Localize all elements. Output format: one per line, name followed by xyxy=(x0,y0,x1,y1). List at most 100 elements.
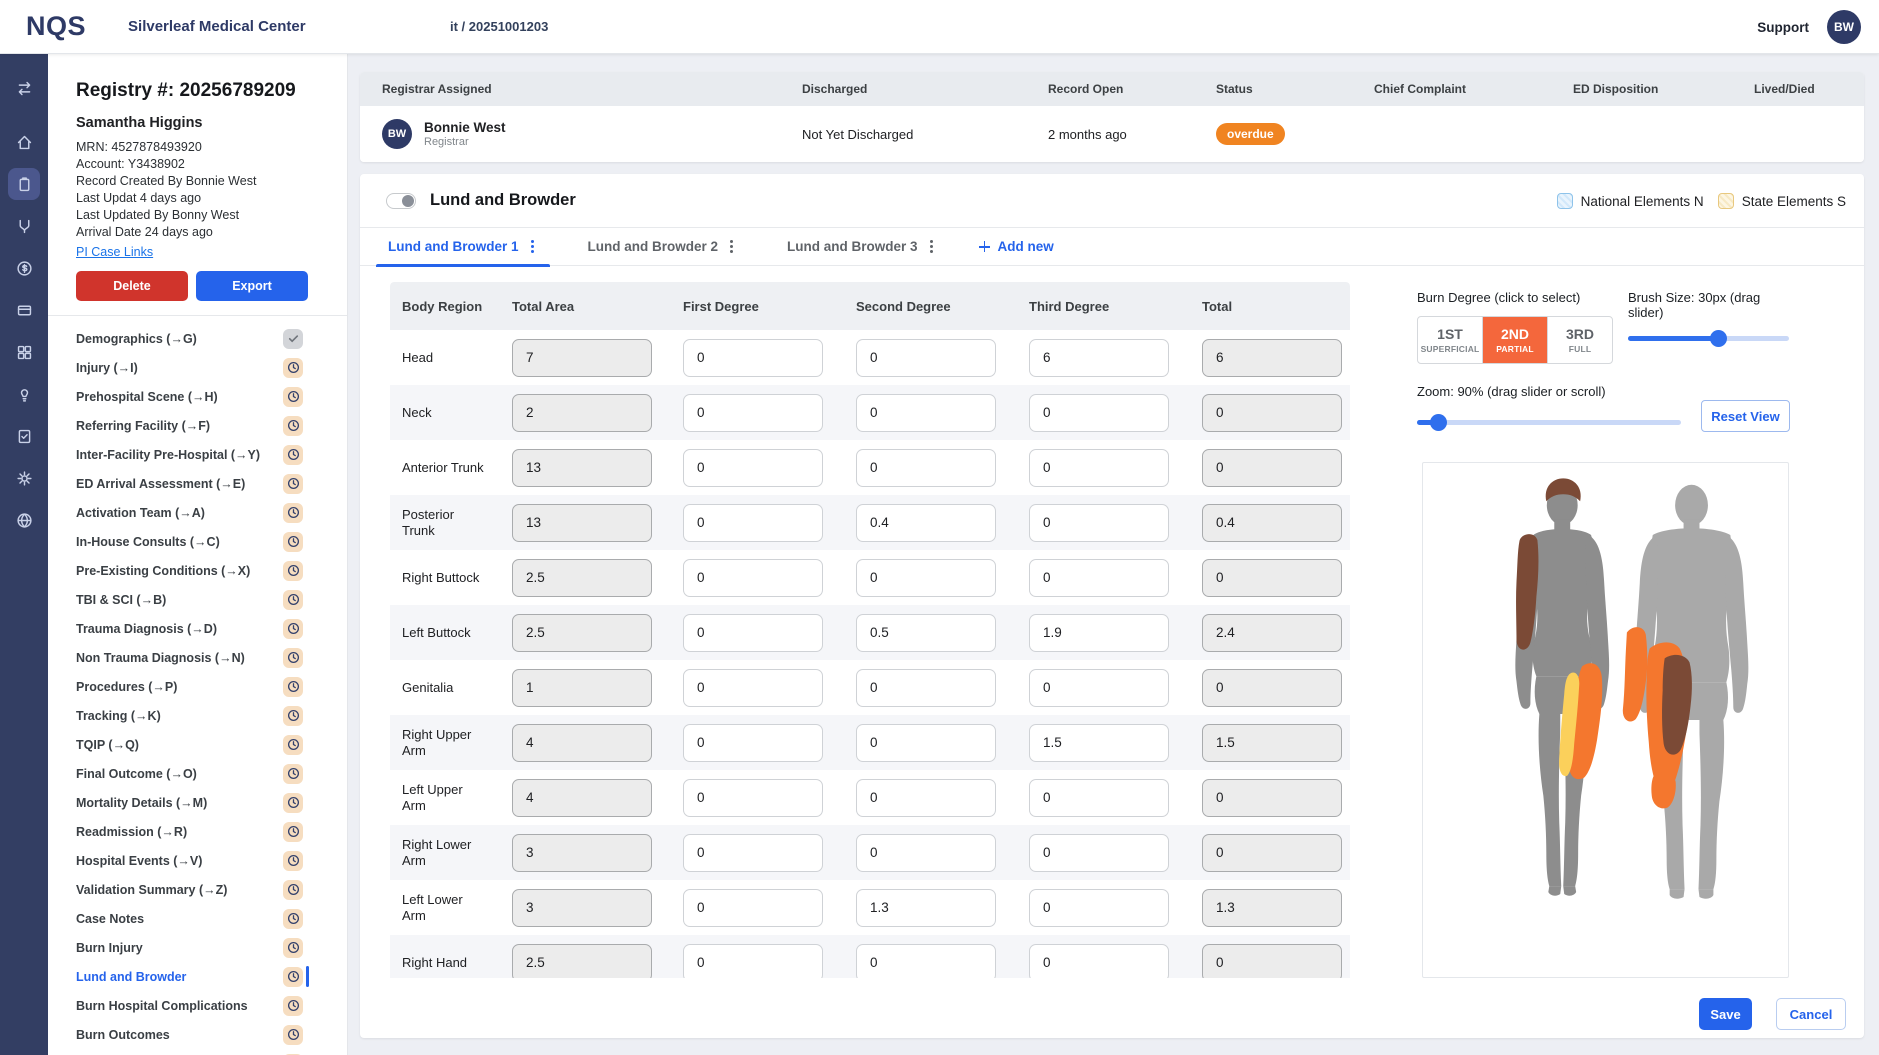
support-link[interactable]: Support xyxy=(1757,20,1809,35)
clipboard-icon[interactable] xyxy=(8,168,40,200)
sidebar-nav-item[interactable]: Procedures (→P) xyxy=(48,672,347,701)
sidebar-nav-item[interactable]: Pre-Existing Conditions (→X) xyxy=(48,556,347,585)
total-area-input[interactable] xyxy=(512,889,652,927)
sidebar-nav-item[interactable]: In-House Consults (→C) xyxy=(48,527,347,556)
total-area-input[interactable] xyxy=(512,724,652,762)
total-area-input[interactable] xyxy=(512,669,652,707)
lund-browder-tab[interactable]: Lund and Browder 1 xyxy=(376,228,550,266)
delete-button[interactable]: Delete xyxy=(76,271,188,301)
second-degree-input[interactable] xyxy=(856,449,996,487)
sidebar-nav-item[interactable]: ED Arrival Assessment (→E) xyxy=(48,469,347,498)
total-input[interactable] xyxy=(1202,834,1342,872)
sidebar-nav-item[interactable]: Non Trauma Diagnosis (→N) xyxy=(48,643,347,672)
second-degree-input[interactable] xyxy=(856,559,996,597)
first-degree-input[interactable] xyxy=(683,559,823,597)
sidebar-nav-item[interactable]: Burn Long Term Outcomes xyxy=(48,1049,347,1055)
lund-browder-tab[interactable]: Lund and Browder 2 xyxy=(576,228,750,266)
zoom-slider[interactable] xyxy=(1417,414,1681,430)
first-degree-input[interactable] xyxy=(683,449,823,487)
third-degree-input[interactable] xyxy=(1029,724,1169,762)
record-table-row[interactable]: BW Bonnie West Registrar Not Yet Dischar… xyxy=(360,106,1864,162)
first-degree-input[interactable] xyxy=(683,944,823,979)
globe-icon[interactable] xyxy=(8,504,40,536)
tasks-icon[interactable] xyxy=(8,420,40,452)
cancel-button[interactable]: Cancel xyxy=(1776,998,1846,1030)
total-input[interactable] xyxy=(1202,394,1342,432)
total-area-input[interactable] xyxy=(512,339,652,377)
total-input[interactable] xyxy=(1202,559,1342,597)
transfer-icon[interactable] xyxy=(8,72,40,104)
sidebar-nav-item[interactable]: Burn Injury xyxy=(48,933,347,962)
total-area-input[interactable] xyxy=(512,834,652,872)
sidebar-nav-item[interactable]: Inter-Facility Pre-Hospital (→Y) xyxy=(48,440,347,469)
total-area-input[interactable] xyxy=(512,504,652,542)
total-input[interactable] xyxy=(1202,944,1342,979)
second-degree-input[interactable] xyxy=(856,394,996,432)
total-area-input[interactable] xyxy=(512,779,652,817)
sidebar-nav-item[interactable]: TBI & SCI (→B) xyxy=(48,585,347,614)
sidebar-nav-item[interactable]: Burn Hospital Complications xyxy=(48,991,347,1020)
home-icon[interactable] xyxy=(8,126,40,158)
lightbulb-icon[interactable] xyxy=(8,378,40,410)
sidebar-nav-item[interactable]: Readmission (→R) xyxy=(48,817,347,846)
total-area-input[interactable] xyxy=(512,394,652,432)
sidebar-nav-item[interactable]: Case Notes xyxy=(48,904,347,933)
third-degree-input[interactable] xyxy=(1029,834,1169,872)
kebab-menu-icon[interactable] xyxy=(531,245,534,248)
first-degree-input[interactable] xyxy=(683,394,823,432)
pi-case-links[interactable]: PI Case Links xyxy=(76,245,153,259)
reset-view-button[interactable]: Reset View xyxy=(1701,400,1790,432)
sidebar-nav-item[interactable]: Referring Facility (→F) xyxy=(48,411,347,440)
total-input[interactable] xyxy=(1202,504,1342,542)
first-degree-input[interactable] xyxy=(683,669,823,707)
body-diagram-svg[interactable] xyxy=(1423,463,1788,977)
third-degree-input[interactable] xyxy=(1029,449,1169,487)
total-area-input[interactable] xyxy=(512,944,652,979)
state-elements-checkbox[interactable] xyxy=(1718,193,1734,209)
national-elements-option[interactable]: National Elements N xyxy=(1557,193,1704,209)
brush-slider-thumb[interactable] xyxy=(1710,330,1727,347)
sidebar-nav-item[interactable]: Hospital Events (→V) xyxy=(48,846,347,875)
third-degree-input[interactable] xyxy=(1029,339,1169,377)
sidebar-nav-item[interactable]: Final Outcome (→O) xyxy=(48,759,347,788)
first-degree-input[interactable] xyxy=(683,614,823,652)
card-icon[interactable] xyxy=(8,294,40,326)
sidebar-nav-item[interactable]: Prehospital Scene (→H) xyxy=(48,382,347,411)
dollar-icon[interactable] xyxy=(8,252,40,284)
total-area-input[interactable] xyxy=(512,559,652,597)
sidebar-nav-item[interactable]: Burn Outcomes xyxy=(48,1020,347,1049)
sidebar-nav-item[interactable]: Lund and Browder xyxy=(48,962,347,991)
total-input[interactable] xyxy=(1202,669,1342,707)
export-button[interactable]: Export xyxy=(196,271,308,301)
sidebar-nav-item[interactable]: Mortality Details (→M) xyxy=(48,788,347,817)
sidebar-nav-item[interactable]: Trauma Diagnosis (→D) xyxy=(48,614,347,643)
third-degree-input[interactable] xyxy=(1029,779,1169,817)
second-degree-input[interactable] xyxy=(856,614,996,652)
second-degree-input[interactable] xyxy=(856,779,996,817)
third-degree-input[interactable] xyxy=(1029,614,1169,652)
sidebar-nav-item[interactable]: TQIP (→Q) xyxy=(48,730,347,759)
national-elements-checkbox[interactable] xyxy=(1557,193,1573,209)
third-degree-input[interactable] xyxy=(1029,889,1169,927)
body-diagram-canvas[interactable] xyxy=(1422,462,1789,978)
section-toggle[interactable] xyxy=(386,193,416,209)
first-degree-input[interactable] xyxy=(683,779,823,817)
total-area-input[interactable] xyxy=(512,614,652,652)
save-button[interactable]: Save xyxy=(1699,998,1752,1030)
burn-degree-option[interactable]: 3RDFULL xyxy=(1548,317,1612,363)
second-degree-input[interactable] xyxy=(856,944,996,979)
sidebar-nav-item[interactable]: Demographics (→G) xyxy=(48,324,347,353)
branch-icon[interactable] xyxy=(8,210,40,242)
user-avatar[interactable]: BW xyxy=(1827,10,1861,44)
total-input[interactable] xyxy=(1202,449,1342,487)
second-degree-input[interactable] xyxy=(856,889,996,927)
total-input[interactable] xyxy=(1202,779,1342,817)
total-input[interactable] xyxy=(1202,889,1342,927)
sidebar-nav-item[interactable]: Injury (→I) xyxy=(48,353,347,382)
sidebar-nav-item[interactable]: Activation Team (→A) xyxy=(48,498,347,527)
sidebar-nav-item[interactable]: Tracking (→K) xyxy=(48,701,347,730)
first-degree-input[interactable] xyxy=(683,834,823,872)
breadcrumb[interactable]: it / 20251001203 xyxy=(450,19,548,34)
third-degree-input[interactable] xyxy=(1029,669,1169,707)
third-degree-input[interactable] xyxy=(1029,944,1169,979)
